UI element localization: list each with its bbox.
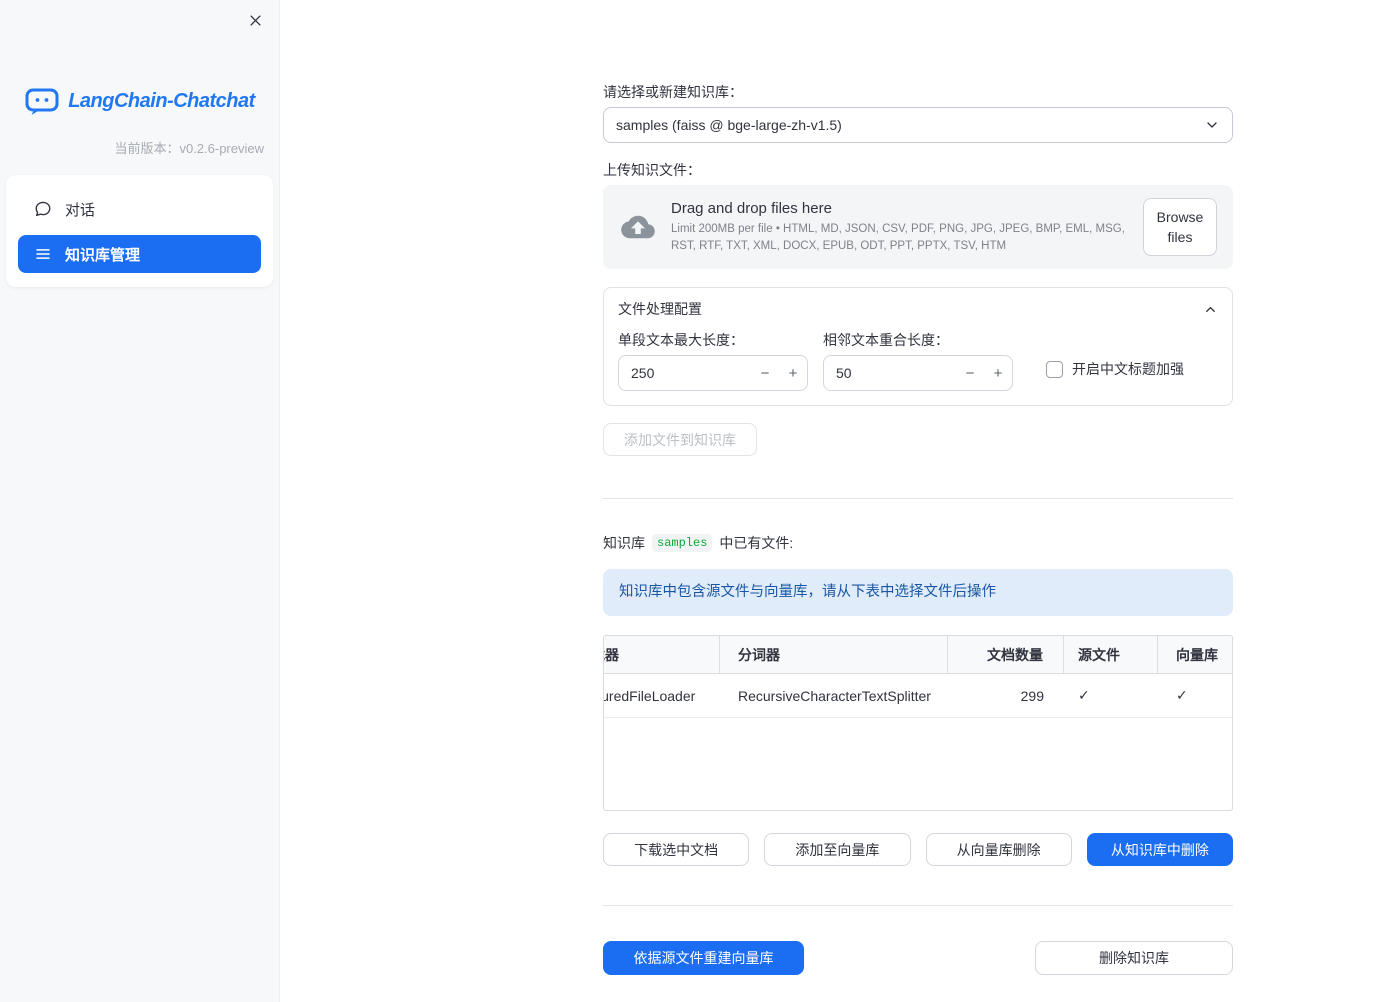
rebuild-vector-store-button[interactable]: 依据源文件重建向量库 bbox=[603, 941, 804, 975]
browse-files-button[interactable]: Browse files bbox=[1143, 197, 1217, 257]
chunk-size-increment-button[interactable]: + bbox=[779, 356, 807, 390]
overlap-size-value: 50 bbox=[836, 365, 852, 381]
chunk-size-input[interactable]: 250 − + bbox=[618, 355, 808, 391]
file-config-title: 文件处理配置 bbox=[618, 301, 702, 317]
delete-kb-button[interactable]: 删除知识库 bbox=[1035, 941, 1233, 975]
cell-splitter: RecursiveCharacterTextSplitter bbox=[738, 687, 931, 704]
files-heading-prefix: 知识库 bbox=[603, 535, 645, 551]
existing-files-heading: 知识库 samples 中已有文件: bbox=[603, 533, 1233, 553]
kb-info-banner: 知识库中包含源文件与向量库，请从下表中选择文件后操作 bbox=[603, 569, 1233, 616]
content-column: 请选择或新建知识库： samples (faiss @ bge-large-zh… bbox=[603, 0, 1233, 975]
file-uploader-dropzone[interactable]: Drag and drop files here Limit 200MB per… bbox=[603, 185, 1233, 269]
app-logo-text: LangChain-Chatchat bbox=[68, 89, 255, 112]
file-config-expander: 文件处理配置 单段文本最大长度： 250 − + 相邻文本重合长度： 50 − … bbox=[603, 287, 1233, 406]
cell-vector-store-check: ✓ bbox=[1176, 687, 1188, 703]
overlap-size-decrement-button[interactable]: − bbox=[956, 356, 984, 390]
file-config-expander-header[interactable]: 文件处理配置 bbox=[604, 288, 1232, 330]
files-table[interactable]: 文档加载器 分词器 文档数量 源文件 向量库 UnstructuredFileL… bbox=[603, 635, 1233, 811]
app-root: LangChain-Chatchat 当前版本：v0.2.6-preview 对… bbox=[0, 0, 1380, 1002]
file-action-buttons: 下载选中文档 添加至向量库 从向量库删除 从知识库中删除 bbox=[603, 833, 1233, 866]
file-config-body: 单段文本最大长度： 250 − + 相邻文本重合长度： 50 − + 开启中文标… bbox=[604, 330, 1232, 405]
uploader-title: Drag and drop files here bbox=[671, 200, 832, 218]
list-icon bbox=[36, 249, 50, 259]
chunk-size-value: 250 bbox=[631, 365, 655, 381]
version-text: 当前版本：v0.2.6-preview bbox=[0, 138, 279, 157]
sidebar: LangChain-Chatchat 当前版本：v0.2.6-preview 对… bbox=[0, 0, 280, 1002]
upload-label: 上传知识文件： bbox=[603, 162, 701, 178]
kb-selectbox-value: samples (faiss @ bge-large-zh-v1.5) bbox=[616, 117, 842, 133]
cell-doc-count: 299 bbox=[1020, 687, 1044, 704]
cell-loader: UnstructuredFileLoader bbox=[603, 687, 696, 704]
sidebar-item-dialogue[interactable]: 对话 bbox=[18, 189, 261, 229]
chunk-size-label: 单段文本最大长度： bbox=[618, 332, 744, 348]
cloud-upload-icon bbox=[621, 215, 655, 239]
overlap-size-label: 相邻文本重合长度： bbox=[823, 332, 949, 348]
sidebar-item-knowledge-base[interactable]: 知识库管理 bbox=[18, 235, 261, 273]
files-table-inner: 文档加载器 分词器 文档数量 源文件 向量库 UnstructuredFileL… bbox=[603, 636, 1232, 718]
column-header-source-file[interactable]: 源文件 bbox=[1064, 636, 1158, 673]
download-selected-button[interactable]: 下载选中文档 bbox=[603, 833, 750, 866]
uploader-texts: Drag and drop files here Limit 200MB per… bbox=[671, 200, 1143, 253]
cell-source-file-check: ✓ bbox=[1078, 687, 1090, 703]
app-logo: LangChain-Chatchat bbox=[0, 86, 279, 116]
files-heading-suffix: 中已有文件: bbox=[719, 535, 794, 551]
zh-title-enhance-label: 开启中文标题加强 bbox=[1072, 361, 1184, 377]
kb-management-buttons: 依据源文件重建向量库 删除知识库 bbox=[603, 941, 1233, 975]
chevron-down-icon bbox=[1207, 122, 1217, 128]
table-row[interactable]: UnstructuredFileLoader RecursiveCharacte… bbox=[603, 674, 1232, 718]
version-value: v0.2.6-preview bbox=[179, 141, 264, 156]
add-files-to-kb-button[interactable]: 添加文件到知识库 bbox=[603, 423, 757, 456]
overlap-size-input[interactable]: 50 − + bbox=[823, 355, 1013, 391]
column-header-vector-store[interactable]: 向量库 bbox=[1158, 636, 1232, 673]
chat-bubble-icon bbox=[35, 201, 51, 217]
add-to-vector-store-button[interactable]: 添加至向量库 bbox=[764, 833, 911, 866]
version-label: 当前版本： bbox=[114, 141, 180, 156]
chevron-up-icon bbox=[1206, 306, 1215, 312]
sidebar-close-button[interactable] bbox=[243, 8, 267, 32]
chunk-size-group: 单段文本最大长度： 250 − + bbox=[618, 330, 808, 391]
chat-logo-icon bbox=[25, 88, 59, 115]
delete-from-vector-store-button[interactable]: 从向量库删除 bbox=[925, 833, 1072, 866]
divider bbox=[603, 905, 1233, 906]
files-table-header: 文档加载器 分词器 文档数量 源文件 向量库 bbox=[604, 636, 1232, 674]
column-header-loader[interactable]: 文档加载器 bbox=[604, 636, 720, 673]
uploader-limits: Limit 200MB per file • HTML, MD, JSON, C… bbox=[671, 223, 1125, 252]
zh-title-enhance-checkbox[interactable] bbox=[1046, 360, 1063, 378]
column-header-splitter[interactable]: 分词器 bbox=[720, 636, 948, 673]
close-icon bbox=[250, 15, 260, 25]
sidebar-item-label: 知识库管理 bbox=[65, 246, 141, 264]
sidebar-item-label: 对话 bbox=[65, 201, 96, 219]
sidebar-menu: 对话 知识库管理 bbox=[6, 175, 273, 287]
column-header-doc-count[interactable]: 文档数量 bbox=[948, 636, 1064, 673]
kb-name-code: samples bbox=[652, 534, 713, 552]
kb-select-label: 请选择或新建知识库： bbox=[603, 84, 743, 100]
main-area: 请选择或新建知识库： samples (faiss @ bge-large-zh… bbox=[280, 0, 1380, 1002]
kb-selectbox[interactable]: samples (faiss @ bge-large-zh-v1.5) bbox=[603, 107, 1233, 143]
chunk-size-decrement-button[interactable]: − bbox=[751, 356, 779, 390]
divider bbox=[603, 498, 1233, 499]
delete-from-kb-button[interactable]: 从知识库中删除 bbox=[1086, 833, 1233, 866]
overlap-size-increment-button[interactable]: + bbox=[984, 356, 1012, 390]
overlap-size-group: 相邻文本重合长度： 50 − + bbox=[823, 330, 1013, 391]
zh-title-enhance-group: 开启中文标题加强 bbox=[1046, 359, 1184, 379]
